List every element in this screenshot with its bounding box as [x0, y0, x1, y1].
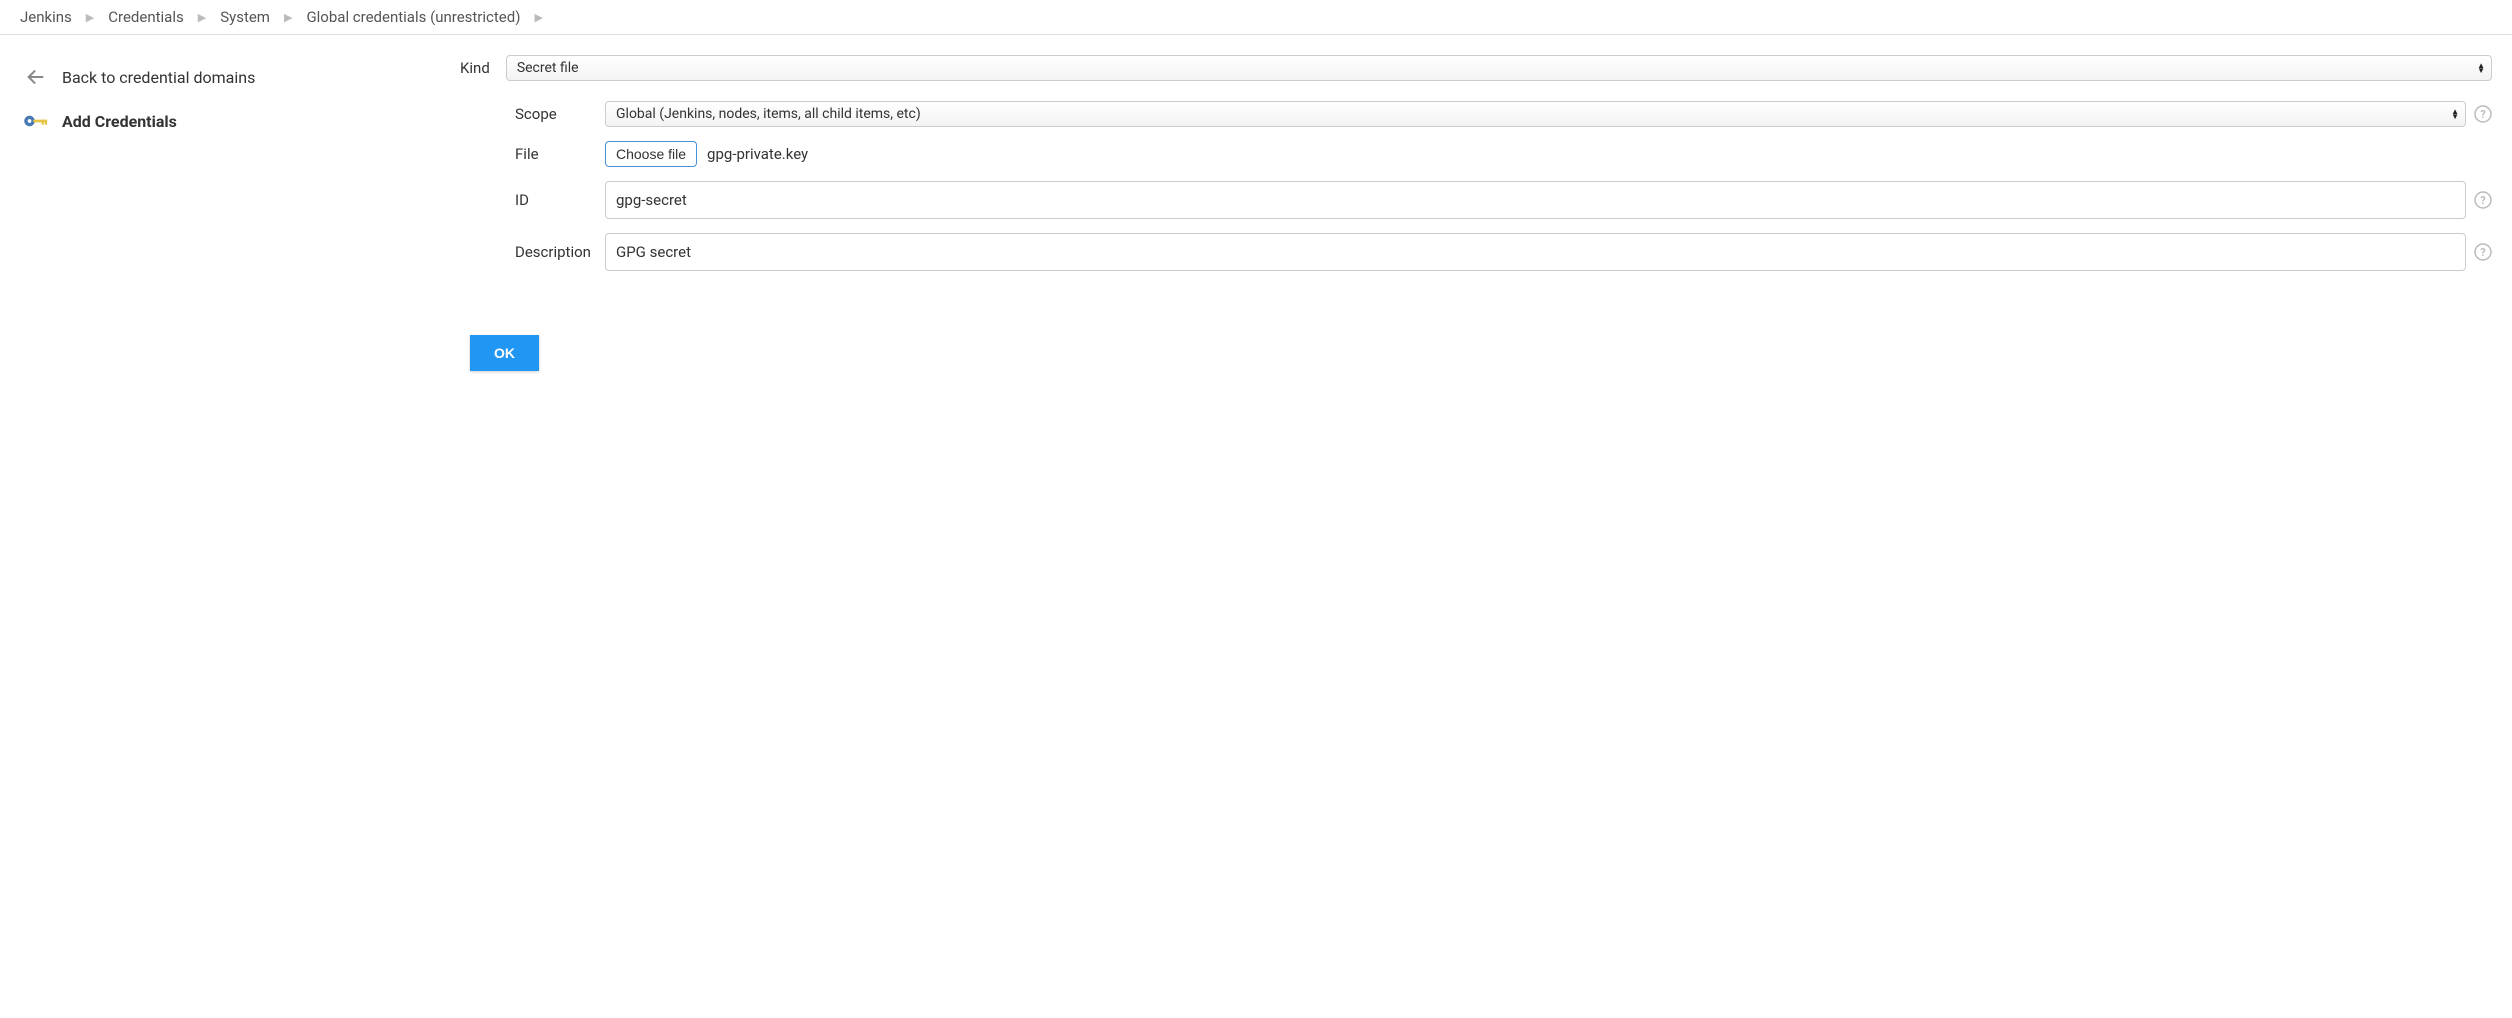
breadcrumb-item-global[interactable]: Global credentials (unrestricted): [306, 8, 520, 26]
chevron-right-icon: ▶: [80, 11, 100, 24]
kind-select[interactable]: Secret file ▲▼: [506, 55, 2492, 81]
sidebar: Back to credential domains Add Credentia…: [0, 55, 460, 371]
sidebar-item-add-credentials[interactable]: Add Credentials: [20, 99, 460, 143]
kind-select-value: Secret file: [517, 60, 579, 76]
svg-text:?: ?: [2480, 246, 2486, 259]
sidebar-item-label: Add Credentials: [62, 112, 177, 131]
svg-text:?: ?: [2480, 194, 2486, 207]
help-icon[interactable]: ?: [2474, 243, 2492, 261]
id-label: ID: [515, 191, 605, 209]
chevron-right-icon: ▶: [278, 11, 298, 24]
ok-button[interactable]: OK: [470, 335, 539, 371]
id-input[interactable]: [605, 181, 2466, 219]
file-name-text: gpg-private.key: [707, 145, 808, 163]
arrow-left-icon: [24, 65, 48, 89]
form-content: Kind Secret file ▲▼ Scope Global (Jenkin…: [460, 55, 2512, 371]
svg-text:?: ?: [2480, 108, 2486, 121]
chevron-right-icon: ▶: [192, 11, 212, 24]
scope-select[interactable]: Global (Jenkins, nodes, items, all child…: [605, 101, 2466, 127]
sidebar-item-back[interactable]: Back to credential domains: [20, 55, 460, 99]
help-icon[interactable]: ?: [2474, 191, 2492, 209]
breadcrumb: Jenkins ▶ Credentials ▶ System ▶ Global …: [0, 0, 2512, 35]
select-arrows-icon: ▲▼: [2451, 109, 2459, 119]
breadcrumb-item-jenkins[interactable]: Jenkins: [20, 8, 72, 26]
description-label: Description: [515, 243, 605, 261]
sidebar-item-label: Back to credential domains: [62, 68, 255, 87]
breadcrumb-item-system[interactable]: System: [220, 8, 270, 26]
key-icon: [24, 109, 48, 133]
chevron-right-icon: ▶: [528, 11, 548, 24]
file-label: File: [515, 145, 605, 163]
choose-file-button[interactable]: Choose file: [605, 141, 697, 167]
scope-label: Scope: [515, 105, 605, 123]
select-arrows-icon: ▲▼: [2477, 63, 2485, 73]
help-icon[interactable]: ?: [2474, 105, 2492, 123]
description-input[interactable]: [605, 233, 2466, 271]
breadcrumb-item-credentials[interactable]: Credentials: [108, 8, 183, 26]
kind-label: Kind: [460, 59, 490, 77]
scope-select-value: Global (Jenkins, nodes, items, all child…: [616, 106, 921, 122]
